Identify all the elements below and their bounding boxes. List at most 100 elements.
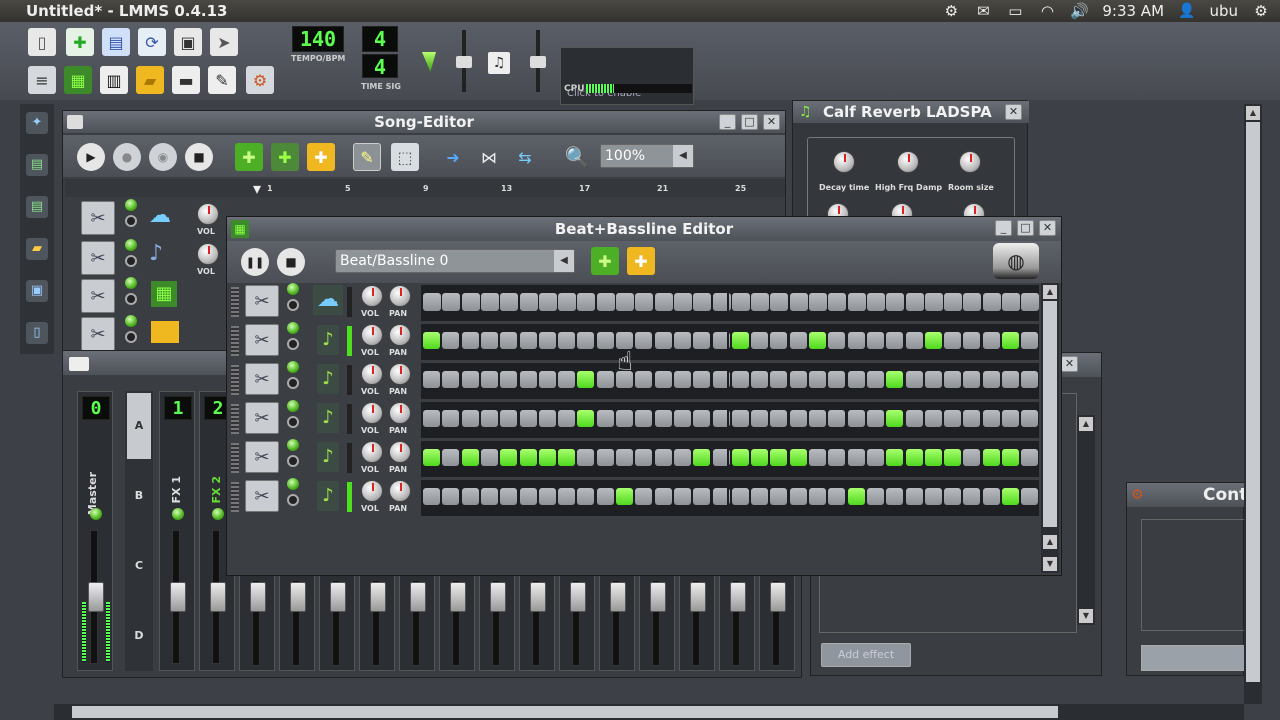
step-button[interactable] <box>480 410 498 427</box>
bb-scrollbar[interactable]: ▲ ▲ ▼ <box>1041 283 1059 573</box>
step-button[interactable] <box>442 410 460 427</box>
track-active-led[interactable] <box>125 239 137 251</box>
step-button[interactable] <box>963 488 981 505</box>
step-button[interactable] <box>828 410 846 427</box>
pan-knob[interactable] <box>389 480 411 502</box>
step-button[interactable] <box>866 293 885 311</box>
step-button[interactable] <box>944 293 963 311</box>
step-button[interactable] <box>673 410 691 427</box>
step-button[interactable] <box>423 332 440 349</box>
track-tools-button[interactable]: ✂ <box>245 480 279 512</box>
step-button[interactable] <box>886 488 904 505</box>
step-button[interactable] <box>538 488 556 505</box>
close-button[interactable]: ✕ <box>1005 104 1022 120</box>
scroll-handle[interactable] <box>1043 301 1057 527</box>
step-button[interactable] <box>963 371 981 388</box>
step-button[interactable] <box>480 371 498 388</box>
step-button[interactable] <box>1021 371 1039 388</box>
user-name[interactable]: ubu <box>1209 2 1238 20</box>
step-button[interactable] <box>538 449 556 466</box>
step-button[interactable] <box>809 293 827 311</box>
step-button[interactable] <box>635 332 653 349</box>
maximize-button[interactable]: □ <box>741 114 758 130</box>
maximize-button[interactable]: □ <box>1017 220 1034 236</box>
step-button[interactable] <box>886 371 904 388</box>
step-button[interactable] <box>635 410 653 427</box>
close-button[interactable]: ✕ <box>1061 356 1078 372</box>
fader-handle[interactable] <box>410 582 426 612</box>
step-button[interactable] <box>461 332 479 349</box>
step-button[interactable] <box>982 371 1000 388</box>
step-button[interactable] <box>480 488 498 505</box>
step-button[interactable] <box>809 371 826 388</box>
step-button[interactable] <box>789 332 807 349</box>
step-button[interactable] <box>731 410 749 427</box>
step-button[interactable] <box>654 293 673 311</box>
step-button[interactable] <box>886 410 904 427</box>
step-button[interactable] <box>982 410 1000 427</box>
step-button[interactable] <box>924 488 942 505</box>
step-button[interactable] <box>944 332 962 349</box>
track-tools-button[interactable]: ✂ <box>245 285 279 317</box>
step-button[interactable] <box>577 488 595 505</box>
step-button[interactable] <box>847 449 865 466</box>
fader-handle[interactable] <box>250 582 266 612</box>
controller-rack-icon[interactable]: ⚙ <box>246 66 274 94</box>
fx-mixer-icon[interactable]: ▬ <box>172 66 200 94</box>
track-solo-toggle[interactable] <box>287 455 299 467</box>
my-samples-icon[interactable]: ▤ <box>26 196 48 218</box>
high-frq-damp-knob[interactable] <box>897 151 919 173</box>
add-effect-button[interactable]: Add effect <box>821 643 911 667</box>
step-button[interactable] <box>654 449 672 466</box>
step-button[interactable] <box>480 332 498 349</box>
step-button[interactable] <box>596 371 614 388</box>
track-active-led[interactable] <box>287 361 299 373</box>
track-tools-button[interactable]: ✂ <box>81 279 115 313</box>
step-button[interactable] <box>944 488 962 505</box>
track-tools-button[interactable]: ✂ <box>245 324 279 356</box>
step-button[interactable] <box>731 332 749 349</box>
step-button[interactable] <box>1021 449 1039 466</box>
bank-tab-b[interactable]: B <box>127 463 151 529</box>
volume-knob[interactable] <box>197 243 219 265</box>
track-tools-button[interactable]: ✂ <box>245 441 279 473</box>
chevron-left-icon[interactable]: ◀ <box>673 145 693 167</box>
step-button[interactable] <box>770 371 788 388</box>
add-controller-button[interactable] <box>1141 645 1245 671</box>
decay-time-knob[interactable] <box>833 151 855 173</box>
step-button[interactable] <box>500 410 518 427</box>
step-button[interactable] <box>461 449 479 466</box>
step-button[interactable] <box>693 332 711 349</box>
step-button[interactable] <box>809 449 826 466</box>
step-button[interactable] <box>654 371 672 388</box>
step-button[interactable] <box>770 449 788 466</box>
project-notes-icon[interactable]: ✎ <box>208 66 236 94</box>
step-button[interactable] <box>789 449 807 466</box>
step-button[interactable] <box>519 293 538 311</box>
fader-handle[interactable] <box>370 582 386 612</box>
mail-icon[interactable]: ✉ <box>974 3 992 19</box>
step-button[interactable] <box>519 449 537 466</box>
step-button[interactable] <box>751 332 769 349</box>
stop-behavior-icon[interactable]: ⇆ <box>511 143 539 171</box>
step-button[interactable] <box>944 449 962 466</box>
step-button[interactable] <box>789 371 807 388</box>
step-button[interactable] <box>789 293 808 311</box>
fader-handle[interactable] <box>570 582 586 612</box>
stop-icon[interactable]: ■ <box>277 248 305 276</box>
step-button[interactable] <box>828 371 846 388</box>
step-button[interactable] <box>693 410 711 427</box>
pan-knob[interactable] <box>389 285 411 307</box>
step-button[interactable] <box>442 332 460 349</box>
volume-knob[interactable] <box>361 363 383 385</box>
track-active-led[interactable] <box>125 315 137 327</box>
scroll-up-icon[interactable]: ▲ <box>1246 106 1260 120</box>
master-volume-handle[interactable] <box>456 56 472 68</box>
fader-handle[interactable] <box>650 582 666 612</box>
timeline-ruler[interactable]: ▾ 1 5 9 13 17 21 25 <box>65 179 785 198</box>
step-button[interactable] <box>866 488 884 505</box>
step-button[interactable] <box>828 293 847 311</box>
add-beat-pattern-icon[interactable]: ✚ <box>591 247 619 275</box>
record-icon[interactable]: ● <box>113 143 141 171</box>
step-button[interactable] <box>886 449 904 466</box>
